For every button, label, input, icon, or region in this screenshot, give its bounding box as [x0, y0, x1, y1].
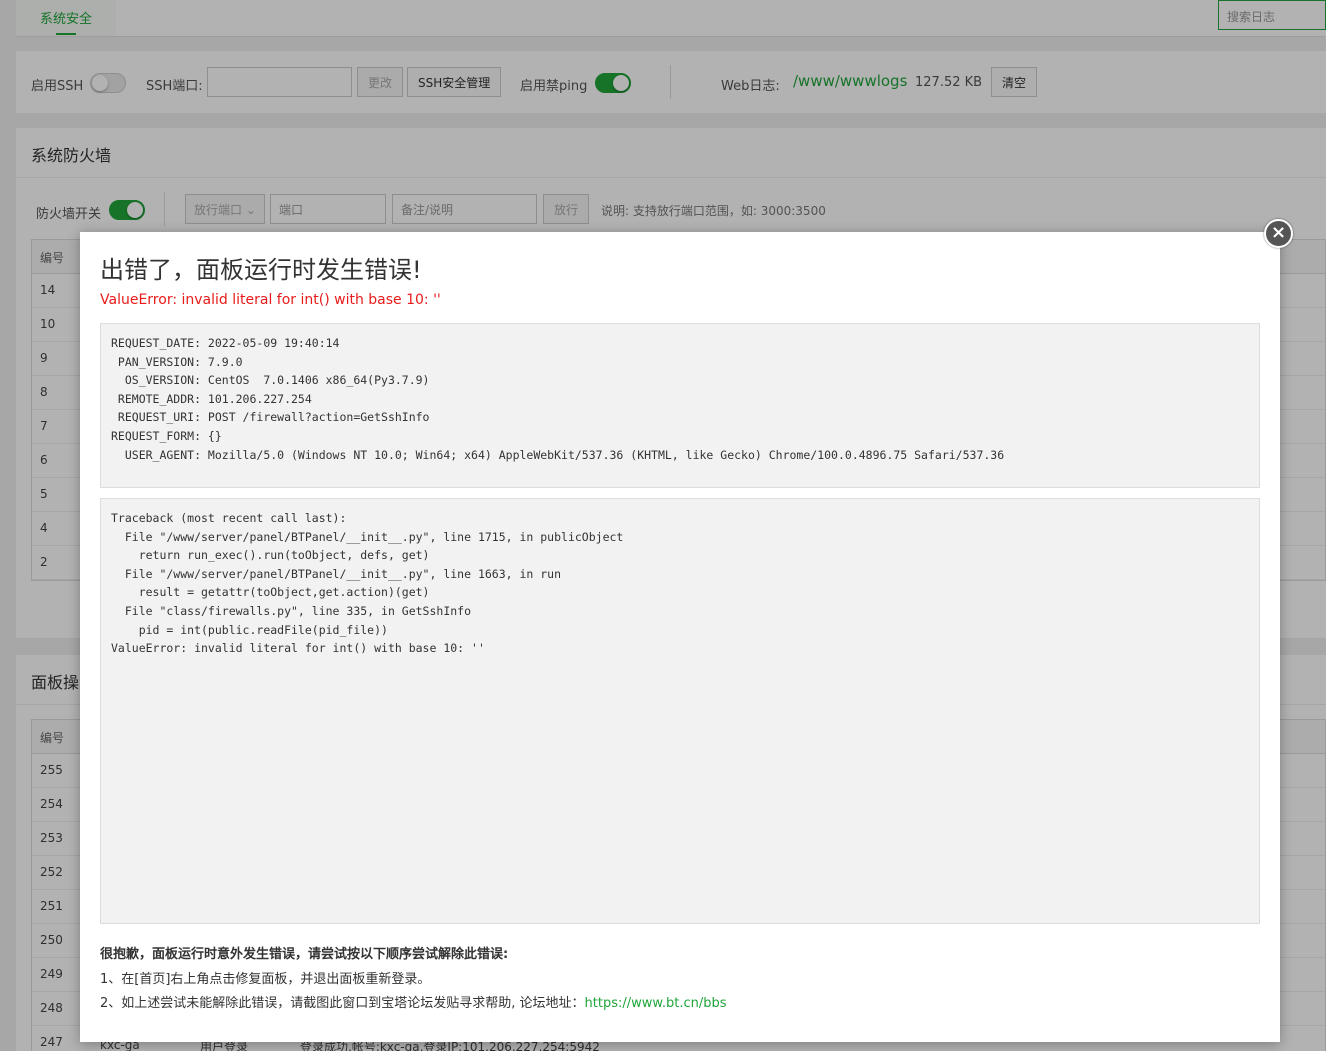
- error-message: ValueError: invalid literal for int() wi…: [100, 292, 441, 308]
- help-step-1: 1、在[首页]右上角点击修复面板，并退出面板重新登录。: [100, 972, 431, 987]
- error-dialog: 出错了，面板运行时发生错误! ValueError: invalid liter…: [80, 232, 1280, 1042]
- help-heading: 很抱歉，面板运行时意外发生错误，请尝试按以下顺序尝试解除此错误:: [100, 947, 509, 962]
- help-step-2-text: 2、如上述尝试未能解除此错误，请截图此窗口到宝塔论坛发贴寻求帮助, 论坛地址：: [100, 996, 585, 1011]
- close-icon[interactable]: ×: [1264, 219, 1293, 248]
- request-info-box: REQUEST_DATE: 2022-05-09 19:40:14 PAN_VE…: [100, 323, 1260, 488]
- error-title: 出错了，面板运行时发生错误!: [100, 256, 422, 284]
- forum-link[interactable]: https://www.bt.cn/bbs: [585, 996, 727, 1011]
- help-step-2: 2、如上述尝试未能解除此错误，请截图此窗口到宝塔论坛发贴寻求帮助, 论坛地址：h…: [100, 992, 727, 1011]
- traceback-box: Traceback (most recent call last): File …: [100, 498, 1260, 924]
